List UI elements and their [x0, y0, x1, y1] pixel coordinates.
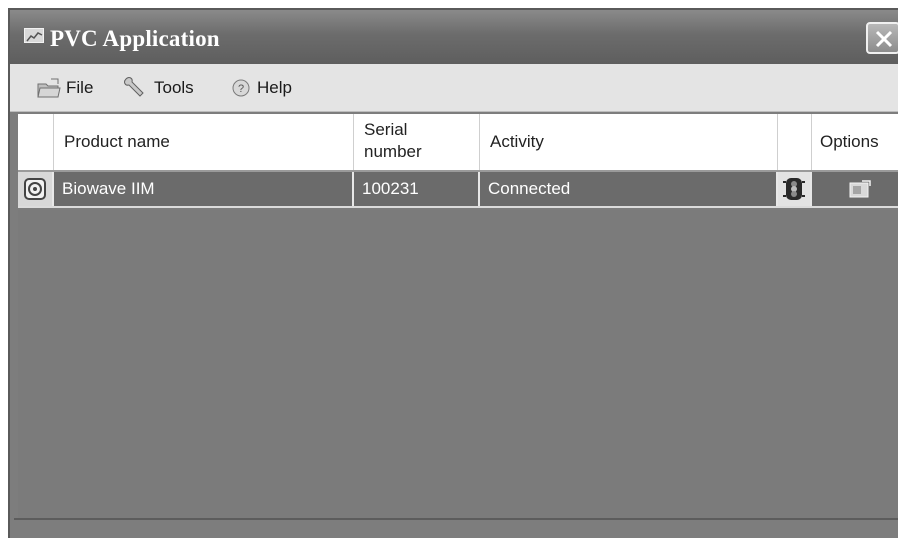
svg-text:?: ? [238, 83, 244, 95]
menu-help[interactable]: ? Help [230, 76, 302, 100]
menu-tools[interactable]: Tools [122, 76, 204, 100]
window-bottom-border [14, 518, 898, 520]
traffic-light-icon [783, 178, 805, 200]
activity-value: Connected [488, 179, 571, 198]
cell-status[interactable] [778, 172, 812, 206]
cell-product-name: Biowave IIM [54, 172, 354, 206]
folder-icon [37, 78, 61, 98]
header-activity[interactable]: Activity [480, 114, 778, 170]
header-serial-label-line2: number [364, 142, 422, 161]
product-name-value: Biowave IIM [62, 179, 155, 198]
row-indicator[interactable] [18, 172, 54, 206]
header-serial-label-line1: Serial [364, 120, 408, 139]
help-icon: ? [232, 79, 250, 97]
header-activity-label: Activity [490, 132, 544, 151]
grid-header: Product name Serial number Activity Opti… [18, 114, 898, 172]
header-row-indicator [18, 114, 54, 170]
close-button[interactable] [866, 22, 898, 54]
title-bar[interactable]: PVC Application [10, 10, 898, 64]
cell-activity: Connected [480, 172, 778, 206]
cell-options[interactable] [812, 172, 898, 206]
serial-number-value: 100231 [362, 179, 419, 198]
device-grid: Product name Serial number Activity Opti… [18, 114, 898, 209]
cell-serial-number: 100231 [354, 172, 480, 206]
app-chart-icon [24, 28, 44, 43]
header-serial-number[interactable]: Serial number [354, 114, 480, 170]
menu-file[interactable]: File [36, 76, 106, 100]
table-row[interactable]: Biowave IIM 100231 Connected [18, 172, 898, 208]
header-status[interactable] [778, 114, 812, 170]
device-icon [24, 178, 46, 200]
menu-file-label: File [66, 78, 94, 97]
header-product-name[interactable]: Product name [54, 114, 354, 170]
header-options-label: Options [820, 132, 879, 151]
grid-empty-area [18, 210, 898, 520]
header-product-name-label: Product name [64, 132, 170, 151]
close-icon [875, 30, 893, 48]
menu-tools-label: Tools [154, 78, 194, 97]
menu-bar: File Tools ? Help [10, 64, 898, 112]
window-title: PVC Application [50, 26, 220, 51]
menu-help-label: Help [257, 78, 292, 97]
options-icon [849, 180, 871, 198]
app-window: PVC Application File Tools ? Help Produc… [8, 8, 898, 538]
wrench-icon [124, 77, 144, 97]
header-options[interactable]: Options [812, 114, 898, 170]
